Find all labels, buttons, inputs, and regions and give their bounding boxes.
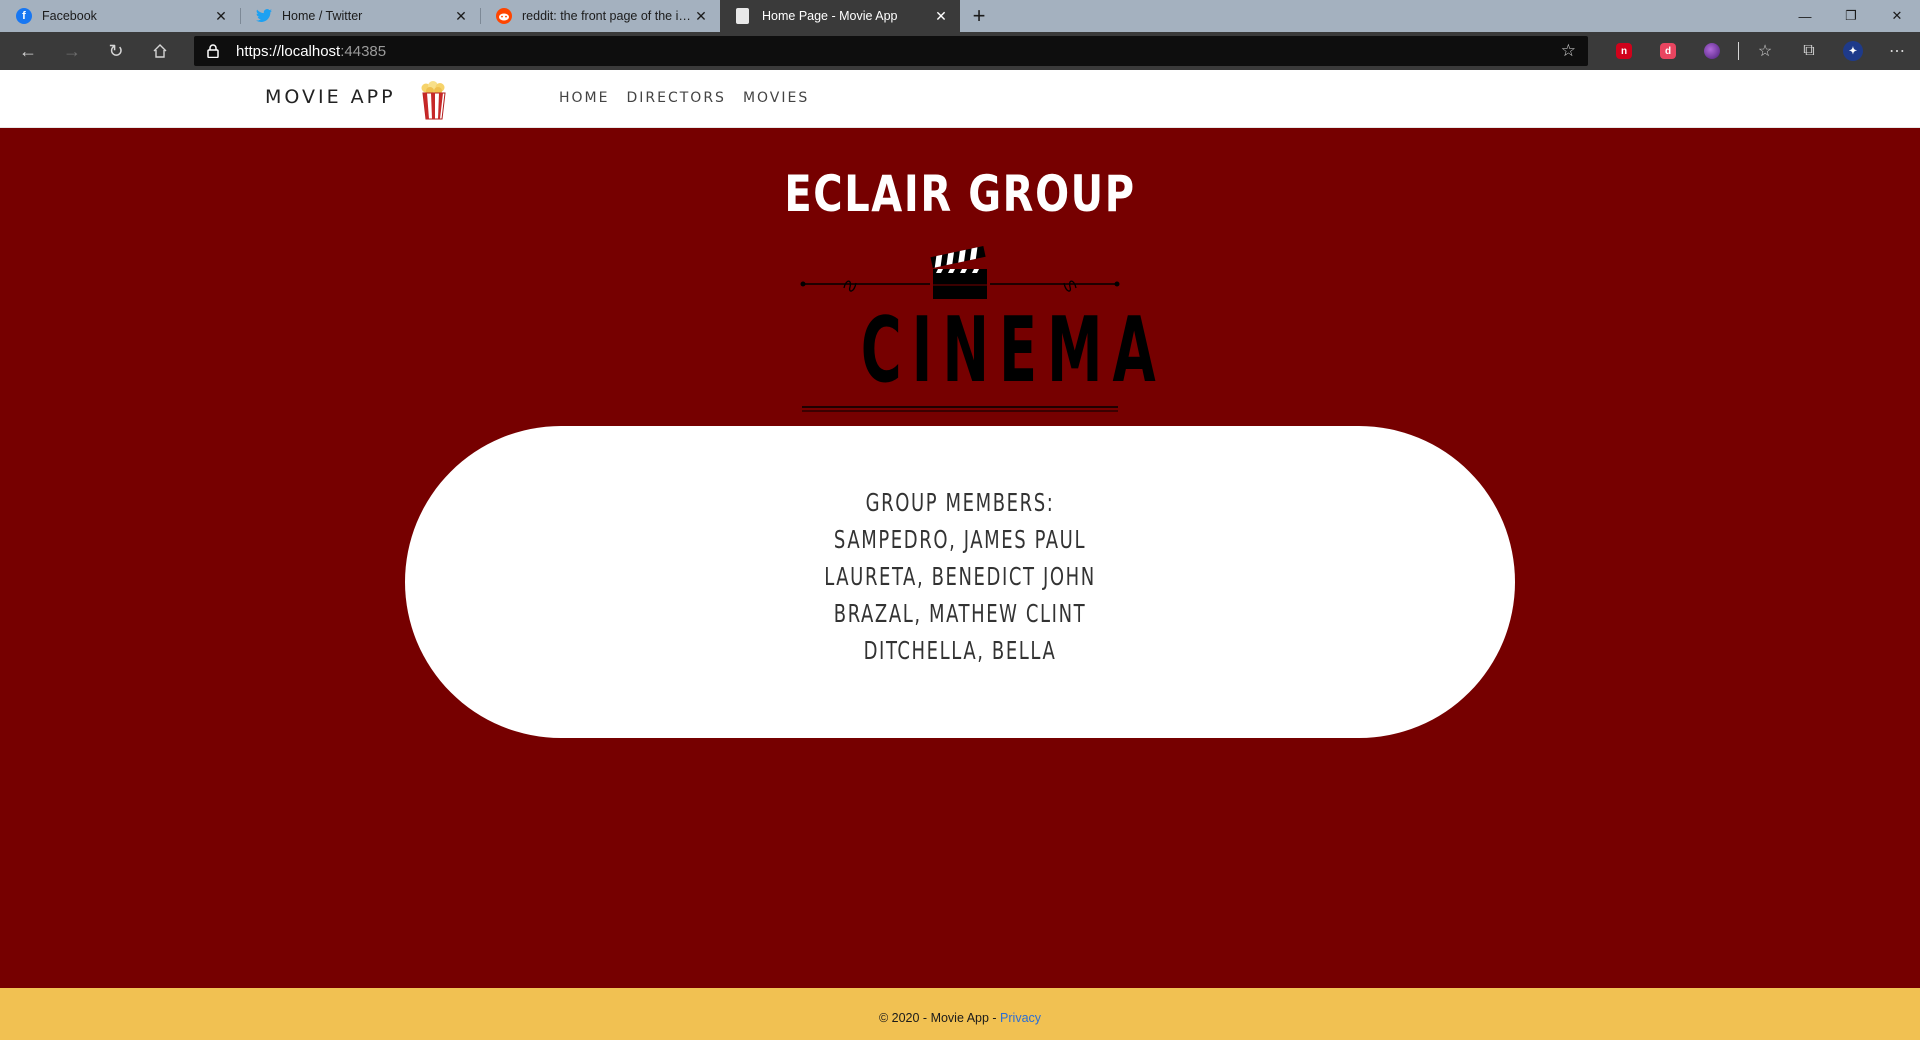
privacy-link[interactable]: Privacy [1000,1011,1041,1025]
extension-d-icon[interactable]: d [1646,32,1690,70]
member-name: SAMPEDRO, JAMES PAUL [833,525,1087,554]
page-title: ECLAIR GROUP [784,165,1136,223]
tab-title: Facebook [42,9,97,23]
favorites-list-icon[interactable]: ☆ [1743,32,1787,70]
extension-orb-icon[interactable] [1690,32,1734,70]
favorite-star-icon[interactable]: ☆ [1561,41,1576,61]
tab-facebook[interactable]: f Facebook ✕ [0,0,240,32]
member-name: BRAZAL, MATHEW CLINT [833,599,1087,628]
home-icon[interactable] [138,32,182,70]
group-members-card: GROUP MEMBERS: SAMPEDRO, JAMES PAUL LAUR… [405,426,1515,738]
popcorn-icon [421,81,446,120]
tab-close-icon[interactable]: ✕ [692,7,710,25]
reddit-icon [496,8,512,24]
minimize-icon[interactable]: — [1782,0,1828,32]
site-footer: © 2020 - Movie App - Privacy [0,988,1920,1040]
extensions-bar: n d ☆ ⧉ ✦ ⋯ [1602,32,1919,70]
tab-title: Home Page - Movie App [762,9,898,23]
tab-close-icon[interactable]: ✕ [212,7,230,25]
collections-icon[interactable]: ⧉ [1787,32,1831,70]
new-tab-button[interactable]: + [964,1,994,31]
nav-home[interactable]: HOME [559,90,609,106]
member-name: DITCHELLA, BELLA [863,636,1057,665]
tab-movie-app[interactable]: Home Page - Movie App ✕ [720,0,960,32]
brand-link[interactable]: MOVIE APP [265,86,396,108]
address-bar[interactable]: https://localhost:44385 ☆ [194,36,1588,66]
url-port: :44385 [340,42,387,60]
toolbar-separator [1738,42,1739,60]
facebook-icon: f [16,8,32,24]
more-menu-icon[interactable]: ⋯ [1875,32,1919,70]
cinema-logo-text: CINEMA [860,298,1166,403]
clapperboard-icon [930,246,987,299]
restore-icon[interactable]: ❐ [1828,0,1874,32]
tab-close-icon[interactable]: ✕ [452,7,470,25]
window-controls: — ❐ ✕ [1782,0,1920,32]
close-window-icon[interactable]: ✕ [1874,0,1920,32]
refresh-icon[interactable]: ↻ [94,32,138,70]
tab-reddit[interactable]: reddit: the front page of the internet ✕ [480,0,720,32]
nav-directors[interactable]: DIRECTORS [626,90,725,106]
tab-title: Home / Twitter [282,9,363,23]
tab-close-icon[interactable]: ✕ [932,7,950,25]
nav-movies[interactable]: MOVIES [743,90,809,106]
lock-icon [206,43,220,59]
back-icon[interactable]: ← [6,32,50,70]
page-icon [736,8,749,24]
extension-n-icon[interactable]: n [1602,32,1646,70]
site-navbar: MOVIE APP HOME DIRECTORS MOVIES [0,70,1920,128]
members-heading: GROUP MEMBERS: [865,488,1055,517]
tab-title: reddit: the front page of the internet [522,9,692,23]
browser-tab-strip: f Facebook ✕ Home / Twitter ✕ reddit: th… [0,0,1920,32]
forward-icon[interactable]: → [50,32,94,70]
copyright-text: © 2020 - Movie App - [878,1011,1001,1025]
profile-avatar[interactable]: ✦ [1831,32,1875,70]
members-list: GROUP MEMBERS: SAMPEDRO, JAMES PAUL LAUR… [405,484,1515,669]
url-host: https://localhost [236,42,341,60]
twitter-icon [256,8,272,24]
browser-toolbar: ← → ↻ https://localhost:44385 ☆ n d ☆ ⧉ … [0,32,1920,70]
tab-twitter[interactable]: Home / Twitter ✕ [240,0,480,32]
member-name: LAURETA, BENEDICT JOHN [824,562,1096,591]
main-nav: HOME DIRECTORS MOVIES [559,90,809,106]
